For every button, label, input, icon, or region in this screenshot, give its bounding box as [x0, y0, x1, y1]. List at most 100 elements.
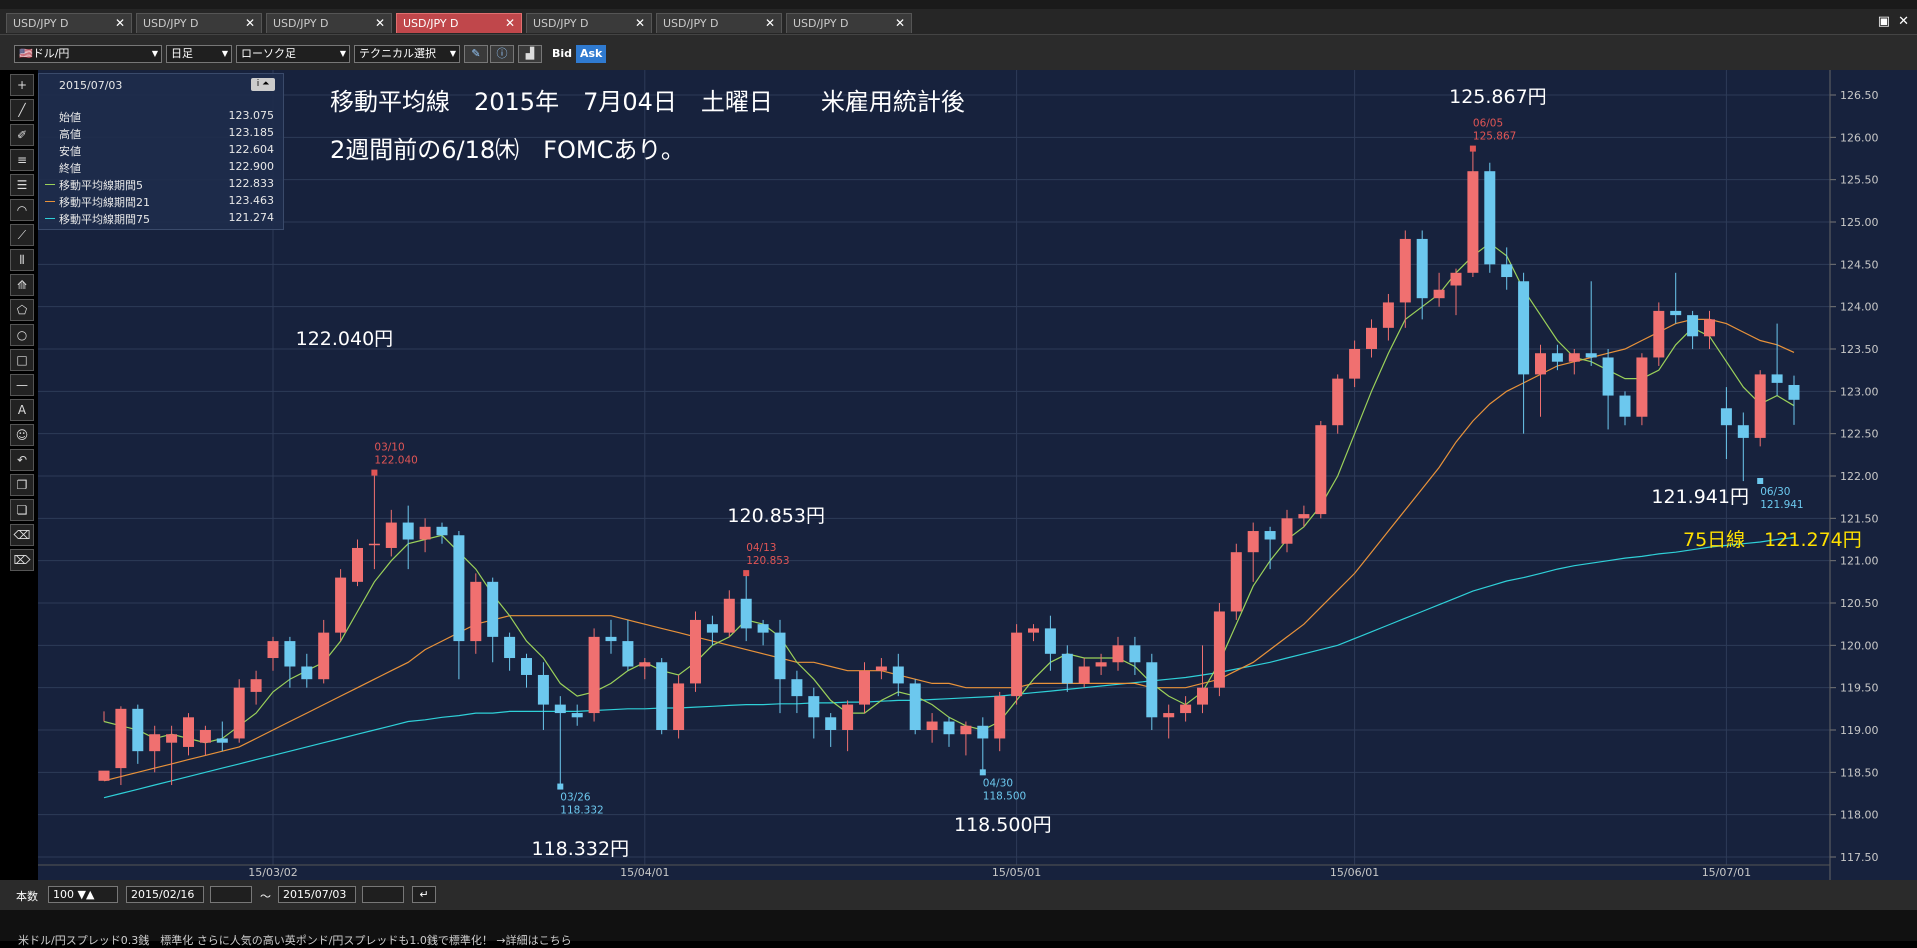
fibonacci-arc-icon[interactable]: ◠ — [10, 199, 34, 221]
candle-body — [825, 717, 837, 730]
top-strip — [0, 0, 1917, 9]
close-window-icon[interactable]: ✕ — [1898, 14, 1909, 29]
candlestick-chart[interactable]: 117.50 118.00 118.50 119.00 119.50 120.00 120.… — [38, 70, 1917, 880]
tab-label: USD/JPY D — [533, 17, 589, 30]
smiley-icon[interactable]: ☺ — [10, 424, 34, 446]
technical-select[interactable]: テクニカル選択 — [354, 45, 460, 63]
tab-close-icon[interactable]: ✕ — [375, 14, 385, 33]
candle-body — [1112, 645, 1124, 663]
candle-body — [1416, 238, 1428, 299]
candle-body — [419, 526, 431, 540]
callout-big-label: 118.332円 — [532, 838, 630, 860]
tab-5[interactable]: USD/JPY D ✕ — [526, 13, 652, 33]
eraser-icon[interactable]: ⌫ — [10, 524, 34, 546]
reset-icon[interactable]: ↵ — [412, 886, 436, 903]
tab-6[interactable]: USD/JPY D ✕ — [656, 13, 782, 33]
count-spinner[interactable]: 100 ▼▲ — [48, 886, 118, 903]
drawing-tools: + ╱ ✐ ≡ ☰ ◠ ⟋ ⦀ ⟰ ⬠ ○ □ — A ☺ ↶ ❐ ❏ ⌫ ⌦ — [10, 74, 36, 574]
from-date-input[interactable]: 2015/02/16 — [126, 886, 204, 903]
ruler-icon[interactable]: ✐ — [10, 124, 34, 146]
crosshair-icon[interactable]: + — [10, 74, 34, 96]
tab-1[interactable]: USD/JPY D ✕ — [6, 13, 132, 33]
timeframe-select[interactable]: 日足 — [166, 45, 232, 63]
candle-body — [233, 687, 245, 739]
candle-body — [791, 679, 803, 697]
tab-close-icon[interactable]: ✕ — [895, 14, 905, 33]
pentagon-icon[interactable]: ⬠ — [10, 299, 34, 321]
y-tick-label: 117.50 — [1840, 851, 1879, 864]
tab-close-icon[interactable]: ✕ — [245, 14, 255, 33]
text-icon[interactable]: A — [10, 399, 34, 421]
tab-close-icon[interactable]: ✕ — [505, 14, 515, 33]
tab-7[interactable]: USD/JPY D ✕ — [786, 13, 912, 33]
channel-icon[interactable]: ☰ — [10, 174, 34, 196]
fan-icon[interactable]: ⟋ — [10, 224, 34, 246]
candle-body — [1720, 408, 1732, 426]
tab-close-icon[interactable]: ✕ — [115, 14, 125, 33]
to-date-input[interactable]: 2015/07/03 — [278, 886, 356, 903]
candle-body — [1264, 531, 1276, 540]
candle-body — [1501, 264, 1513, 278]
hline-icon[interactable]: ≡ — [10, 149, 34, 171]
annotation-title-line2: 2週間前の6/18㈭ FOMCあり。 — [330, 136, 685, 164]
bid-button[interactable]: Bid — [552, 45, 572, 63]
vlines-icon[interactable]: ⦀ — [10, 249, 34, 271]
tab-4[interactable]: USD/JPY D ✕ — [396, 13, 522, 33]
candle-body — [267, 641, 279, 659]
tab-close-icon[interactable]: ✕ — [765, 14, 775, 33]
callout-price: 125.867 — [1473, 131, 1516, 143]
eraser-all-icon[interactable]: ⌦ — [10, 549, 34, 571]
rectangle-icon[interactable]: □ — [10, 349, 34, 371]
paste-icon[interactable]: ❏ — [10, 499, 34, 521]
undo-icon[interactable]: ↶ — [10, 449, 34, 471]
tab-3[interactable]: USD/JPY D ✕ — [266, 13, 392, 33]
range-separator: ～ — [260, 890, 271, 903]
info-icon[interactable]: ⓘ — [490, 45, 514, 63]
candle-body — [453, 535, 465, 642]
candle-body — [368, 543, 380, 546]
candle-body — [1095, 662, 1107, 667]
info-toggle-icon[interactable]: i ⏶ — [251, 78, 275, 91]
candle-body — [537, 674, 549, 705]
candle-body — [1078, 666, 1090, 684]
currency-pair-select[interactable]: 🇺🇸ドル/円 — [14, 45, 162, 63]
maximize-icon[interactable]: ▣ — [1878, 14, 1890, 29]
info-value: 123.075 — [228, 109, 275, 122]
bottom-bar: 本数 100 ▼▲ 2015/02/16 ～ 2015/07/03 ↵ — [0, 880, 1917, 910]
draw-pen-icon[interactable]: ✎ — [464, 45, 488, 63]
candle-body — [1568, 353, 1580, 362]
info-row: 移動平均線期間75 121.274 — [45, 211, 274, 227]
candle-body — [960, 725, 972, 735]
y-tick-label: 118.00 — [1840, 809, 1879, 822]
tab-label: USD/JPY D — [403, 17, 459, 30]
candle-body — [199, 730, 211, 743]
footer-text[interactable]: 米ドル/円スプレッド0.3銭 標準化 さらに人気の高い英ポンド/円スプレッドも1… — [18, 932, 572, 948]
trendline-icon[interactable]: ╱ — [10, 99, 34, 121]
chart-area[interactable]: 117.50 118.00 118.50 119.00 119.50 120.00 120.… — [38, 70, 1917, 880]
to-time-input[interactable] — [362, 886, 404, 903]
candle-body — [318, 632, 330, 680]
info-value: 122.833 — [228, 177, 275, 190]
candle-body — [757, 624, 769, 633]
y-tick-label: 120.00 — [1840, 639, 1879, 652]
candle-body — [774, 632, 786, 680]
from-time-input[interactable] — [210, 886, 252, 903]
chart-type-select[interactable]: ローソク足 — [236, 45, 350, 63]
ask-button[interactable]: Ask — [576, 45, 607, 63]
candle-body — [1687, 315, 1699, 337]
candle-body — [1399, 238, 1411, 303]
candle-body — [250, 679, 262, 692]
volume-icon[interactable]: ▟ — [518, 45, 542, 63]
tab-close-icon[interactable]: ✕ — [635, 14, 645, 33]
count-label: 本数 — [16, 890, 38, 903]
line-icon[interactable]: — — [10, 374, 34, 396]
callout-date: 03/10 — [374, 442, 404, 454]
candle-body — [1636, 357, 1648, 417]
circle-icon[interactable]: ○ — [10, 324, 34, 346]
tab-2[interactable]: USD/JPY D ✕ — [136, 13, 262, 33]
info-label: 終値 — [59, 162, 81, 175]
chart-type-label: ローソク足 — [241, 47, 296, 60]
ohlc-info-panel: 2015/07/03 i ⏶ 始値 123.075 高値 123.185 安値 122.6… — [38, 73, 284, 230]
copy-icon[interactable]: ❐ — [10, 474, 34, 496]
pitchfork-icon[interactable]: ⟰ — [10, 274, 34, 296]
